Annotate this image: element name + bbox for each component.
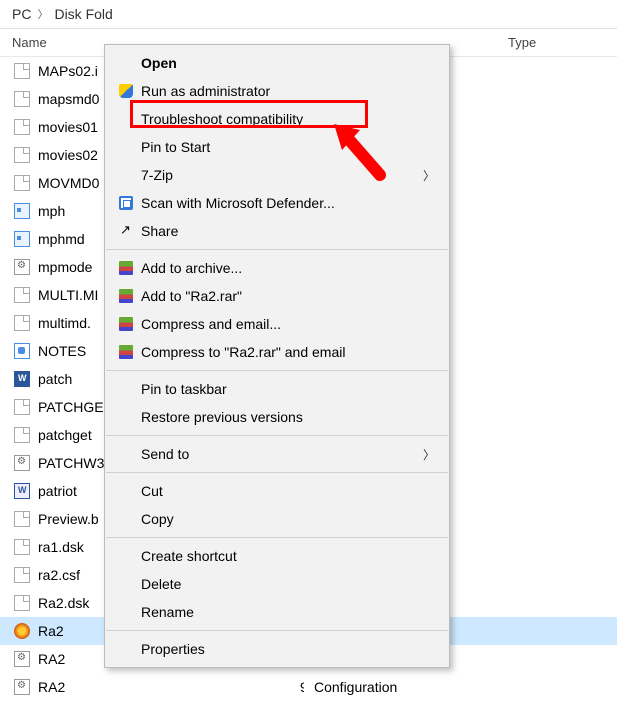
menu-create-shortcut[interactable]: Create shortcut	[105, 542, 449, 570]
blank-icon	[115, 138, 137, 156]
menu-separator	[106, 249, 448, 250]
menu-copy[interactable]: Copy	[105, 505, 449, 533]
menu-delete[interactable]: Delete	[105, 570, 449, 598]
blank-icon	[115, 166, 137, 184]
blank-icon	[115, 110, 137, 128]
menu-add-archive[interactable]: Add to archive...	[105, 254, 449, 282]
menu-pin-taskbar[interactable]: Pin to taskbar	[105, 375, 449, 403]
menu-troubleshoot[interactable]: Troubleshoot compatibility	[105, 105, 449, 133]
file-icon	[12, 174, 32, 192]
context-menu: Open Run as administrator Troubleshoot c…	[104, 44, 450, 668]
menu-7zip[interactable]: 7-Zip 〉	[105, 161, 449, 189]
menu-cut[interactable]: Cut	[105, 477, 449, 505]
breadcrumb-seg[interactable]: Disk Fold	[54, 6, 112, 22]
rar-icon	[115, 343, 137, 361]
file-icon	[12, 426, 32, 444]
file-icon	[12, 454, 32, 472]
file-icon	[12, 90, 32, 108]
file-date: 9/19/2024 6:40 PM	[118, 679, 304, 695]
blank-icon	[115, 445, 137, 463]
menu-run-admin[interactable]: Run as administrator	[105, 77, 449, 105]
file-icon	[12, 622, 32, 640]
menu-properties[interactable]: Properties	[105, 635, 449, 663]
rar-icon	[115, 315, 137, 333]
file-icon	[12, 118, 32, 136]
file-icon	[12, 510, 32, 528]
file-icon	[12, 202, 32, 220]
shield-icon	[115, 82, 137, 100]
chevron-right-icon: 〉	[423, 167, 435, 184]
rar-icon	[115, 287, 137, 305]
menu-rename[interactable]: Rename	[105, 598, 449, 626]
file-icon	[12, 594, 32, 612]
file-icon	[12, 678, 32, 696]
file-icon	[12, 314, 32, 332]
file-icon	[12, 370, 32, 388]
rar-icon	[115, 259, 137, 277]
column-header-type[interactable]: Type	[498, 35, 617, 50]
blank-icon	[115, 408, 137, 426]
file-icon	[12, 650, 32, 668]
file-icon	[12, 230, 32, 248]
menu-compress-email[interactable]: Compress and email...	[105, 310, 449, 338]
file-icon	[12, 538, 32, 556]
menu-restore[interactable]: Restore previous versions	[105, 403, 449, 431]
menu-add-ra2[interactable]: Add to "Ra2.rar"	[105, 282, 449, 310]
file-icon	[12, 62, 32, 80]
chevron-right-icon: 〉	[423, 446, 435, 463]
file-name: RA2	[38, 679, 118, 695]
menu-send-to[interactable]: Send to 〉	[105, 440, 449, 468]
file-row[interactable]: RA29/19/2024 6:40 PMConfiguration	[0, 673, 617, 701]
file-icon	[12, 342, 32, 360]
chevron-right-icon: 〉	[37, 6, 48, 22]
menu-separator	[106, 472, 448, 473]
menu-pin-start[interactable]: Pin to Start	[105, 133, 449, 161]
file-icon	[12, 258, 32, 276]
file-icon	[12, 566, 32, 584]
menu-share[interactable]: Share	[105, 217, 449, 245]
file-icon	[12, 286, 32, 304]
share-icon	[115, 222, 137, 240]
breadcrumb[interactable]: PC 〉 Disk Fold	[0, 0, 617, 29]
file-icon	[12, 146, 32, 164]
blank-icon	[115, 510, 137, 528]
defender-icon	[115, 194, 137, 212]
blank-icon	[115, 640, 137, 658]
menu-separator	[106, 537, 448, 538]
menu-separator	[106, 370, 448, 371]
blank-icon	[115, 380, 137, 398]
menu-separator	[106, 435, 448, 436]
blank-icon	[115, 575, 137, 593]
menu-defender[interactable]: Scan with Microsoft Defender...	[105, 189, 449, 217]
menu-open[interactable]: Open	[105, 49, 449, 77]
file-icon	[12, 398, 32, 416]
blank-icon	[115, 547, 137, 565]
file-type: Configuration	[304, 679, 617, 695]
blank-icon	[115, 603, 137, 621]
blank-icon	[115, 54, 137, 72]
file-icon	[12, 482, 32, 500]
menu-compress-ra2-email[interactable]: Compress to "Ra2.rar" and email	[105, 338, 449, 366]
menu-separator	[106, 630, 448, 631]
blank-icon	[115, 482, 137, 500]
breadcrumb-seg[interactable]: PC	[12, 6, 31, 22]
